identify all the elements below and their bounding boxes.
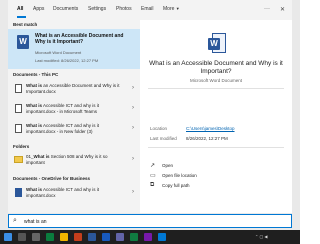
tab-documents[interactable]: Documents bbox=[53, 6, 78, 12]
result-text: What is an Accessible Document and Why i… bbox=[26, 83, 120, 94]
section-best-match: Best match bbox=[13, 22, 38, 27]
preview-subtitle: Microsoft Word Document bbox=[190, 78, 242, 83]
preview-pane: W What is an Accessible Document and Why… bbox=[140, 20, 292, 213]
folder-open-icon: ▭ bbox=[150, 173, 156, 179]
task-view-icon[interactable] bbox=[32, 233, 40, 241]
search-panel: All Apps Documents Settings Photos Email… bbox=[8, 0, 292, 213]
chevron-right-icon[interactable]: › bbox=[132, 85, 134, 91]
tab-more-label: More bbox=[163, 6, 175, 12]
document-icon bbox=[15, 84, 22, 93]
document-icon bbox=[15, 104, 22, 113]
system-tray-icons[interactable]: ⌃ ▢ ◀ bbox=[255, 234, 267, 239]
divider bbox=[148, 88, 284, 89]
modified-value: 8/26/2022, 12:27 PM bbox=[186, 136, 228, 141]
onenote-icon[interactable] bbox=[144, 233, 152, 241]
edge-icon[interactable] bbox=[158, 233, 166, 241]
search-input[interactable] bbox=[24, 217, 224, 226]
word-taskbar-icon[interactable] bbox=[88, 233, 96, 241]
outlook-icon[interactable] bbox=[102, 233, 110, 241]
search-icon: ⌕ bbox=[13, 217, 17, 224]
location-label: Location bbox=[150, 126, 168, 131]
powerpoint-icon[interactable] bbox=[74, 233, 82, 241]
list-item[interactable]: What is Accessible ICT and why is it imp… bbox=[8, 101, 140, 119]
word-document-icon bbox=[15, 188, 22, 197]
taskbar: ⌃ ▢ ◀ bbox=[0, 230, 300, 244]
best-match-modified: Last modified: 8/26/2022, 12:27 PM bbox=[35, 58, 99, 63]
list-item[interactable]: 01_What is Section 508 and Why is it so … bbox=[8, 152, 140, 170]
tab-photos[interactable]: Photos bbox=[116, 6, 132, 12]
open-file-location-label: Open file location bbox=[162, 173, 197, 178]
chevron-right-icon[interactable]: › bbox=[132, 156, 134, 162]
tab-all[interactable]: All bbox=[17, 6, 23, 12]
search-taskbar-icon[interactable] bbox=[18, 233, 26, 241]
modified-label: Last modified bbox=[150, 136, 177, 141]
section-documents-pc: Documents - This PC bbox=[13, 72, 59, 77]
search-tabs: All Apps Documents Settings Photos Email… bbox=[8, 0, 292, 21]
best-match-title: What is an Accessible Document and Why i… bbox=[35, 33, 124, 45]
result-text: 01_What is Section 508 and Why is it so … bbox=[26, 154, 108, 165]
location-link[interactable]: C:\Users\james\Desktop bbox=[186, 126, 235, 131]
tab-apps[interactable]: Apps bbox=[33, 6, 44, 12]
result-text: What is Accessible ICT and why is it imp… bbox=[26, 187, 99, 198]
teams-icon[interactable] bbox=[116, 233, 124, 241]
list-item[interactable]: What is Accessible ICT and why is it imp… bbox=[8, 185, 140, 203]
document-icon bbox=[15, 124, 22, 133]
tab-more[interactable]: More ▼ bbox=[163, 6, 180, 12]
word-icon: W bbox=[208, 38, 220, 50]
result-text: What is Accessible ICT and why is it imp… bbox=[26, 103, 99, 114]
chrome-icon[interactable] bbox=[46, 233, 54, 241]
word-document-large-icon: W bbox=[208, 33, 226, 54]
chevron-right-icon[interactable]: › bbox=[132, 189, 134, 195]
copy-full-path-label: Copy full path bbox=[162, 183, 190, 188]
open-label: Open bbox=[162, 163, 174, 168]
more-options-icon[interactable]: ··· bbox=[264, 6, 270, 12]
copy-icon: ⧉ bbox=[150, 182, 155, 188]
tab-settings[interactable]: Settings bbox=[88, 6, 106, 12]
start-icon[interactable] bbox=[4, 233, 12, 241]
section-folders: Folders bbox=[13, 144, 30, 149]
file-explorer-icon[interactable] bbox=[60, 233, 68, 241]
chevron-right-icon[interactable]: › bbox=[132, 105, 134, 111]
open-icon: ↗ bbox=[150, 163, 156, 169]
tab-active-indicator bbox=[17, 16, 26, 18]
chevron-down-icon: ▼ bbox=[175, 6, 180, 11]
folder-icon bbox=[14, 156, 23, 163]
preview-title: What is an Accessible Document and Why i… bbox=[149, 60, 283, 75]
excel-icon[interactable] bbox=[130, 233, 138, 241]
list-item[interactable]: What is Accessible ICT and why is it imp… bbox=[8, 121, 140, 139]
tab-email[interactable]: Email bbox=[141, 6, 154, 12]
divider bbox=[148, 147, 284, 148]
section-documents-onedrive: Documents - OneDrive for Business bbox=[13, 176, 91, 181]
best-match-item[interactable]: W What is an Accessible Document and Why… bbox=[8, 29, 140, 69]
chevron-right-icon[interactable]: › bbox=[132, 125, 134, 131]
list-item[interactable]: What is an Accessible Document and Why i… bbox=[8, 81, 140, 99]
word-icon: W bbox=[17, 35, 29, 49]
best-match-app: Microsoft Word Document bbox=[35, 50, 82, 55]
results-list: Best match W What is an Accessible Docum… bbox=[8, 20, 140, 213]
search-box[interactable]: ⌕ bbox=[8, 214, 292, 228]
close-icon[interactable]: ✕ bbox=[280, 6, 285, 13]
result-text: What is Accessible ICT and why is it imp… bbox=[26, 123, 99, 134]
